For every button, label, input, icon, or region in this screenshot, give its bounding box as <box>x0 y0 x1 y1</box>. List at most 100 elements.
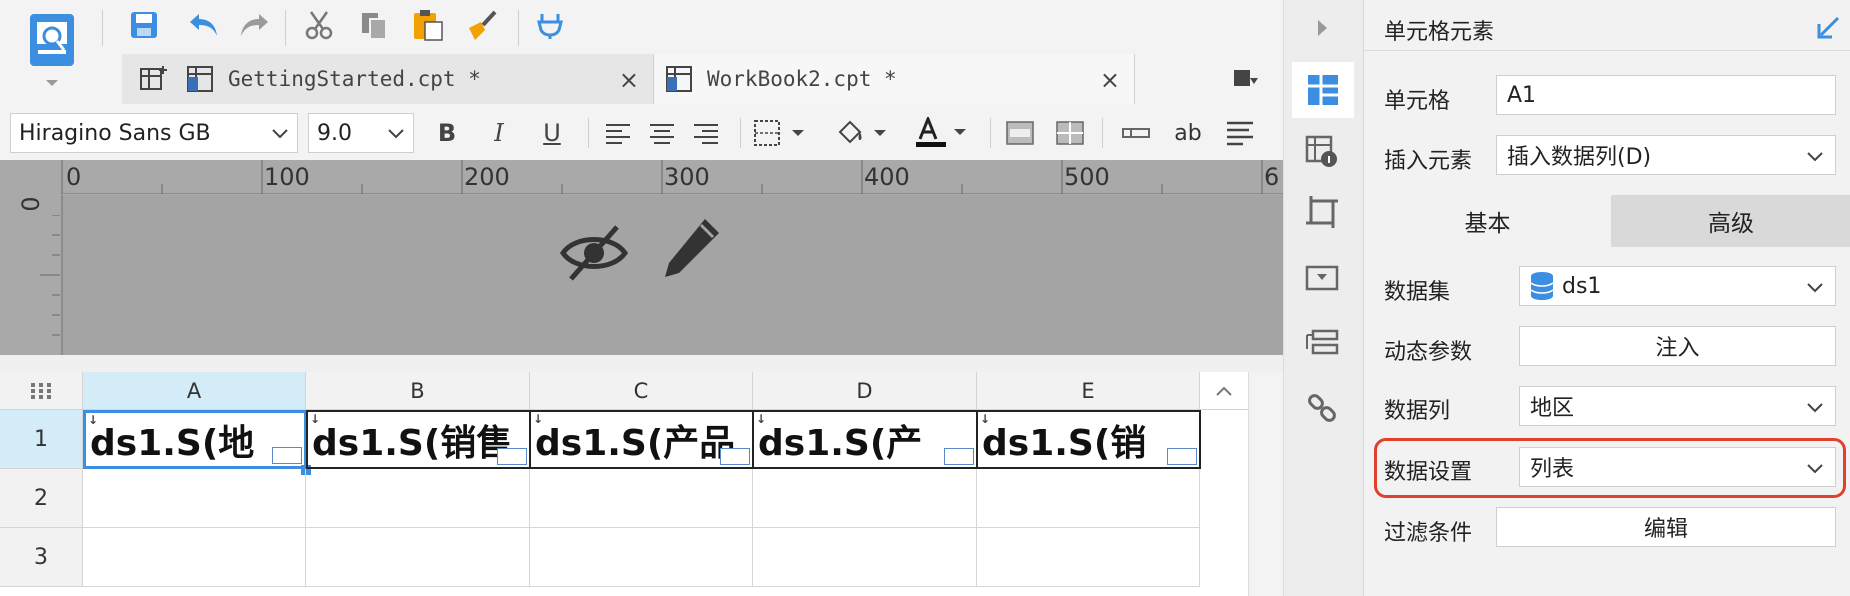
cell-d3[interactable] <box>753 528 977 587</box>
expand-arrow-icon: ↓ <box>310 412 321 426</box>
cell-text: ds1.S(产 <box>758 422 923 464</box>
cell-element-panel: 单元格元素 单元格 A1 插入元素 插入数据列(D) 基本 高级 数据集 ds1… <box>1363 0 1850 596</box>
collapse-panel-icon[interactable] <box>1816 14 1842 40</box>
cell-e2[interactable] <box>977 469 1200 528</box>
crop-frame-icon[interactable] <box>1300 190 1344 234</box>
hyperlink-icon[interactable] <box>1300 386 1344 430</box>
cell-a2[interactable] <box>83 469 306 528</box>
text-direction-button[interactable]: ab <box>1168 113 1208 153</box>
cell-d2[interactable] <box>753 469 977 528</box>
row-header-3[interactable]: 3 <box>0 528 83 587</box>
cut-icon[interactable] <box>299 5 339 45</box>
cell-text: ds1.S(地 <box>90 422 255 464</box>
cell-e1[interactable]: ↓ ds1.S(销 <box>976 410 1201 469</box>
pencil-icon[interactable] <box>661 215 725 285</box>
spreadsheet-grid: A B C D E 1 2 3 ↓ ds1.S(地 ↓ ds1.S(销售 ↓ d… <box>0 372 1248 596</box>
vertical-scrollbar[interactable] <box>1248 372 1283 596</box>
expand-arrow-icon: ↓ <box>88 413 99 427</box>
cell-c1[interactable]: ↓ ds1.S(产品 <box>529 410 754 469</box>
insert-element-select[interactable]: 插入数据列(D) <box>1496 135 1836 175</box>
collapse-arrow-icon[interactable] <box>1300 6 1344 50</box>
condition-attribute-icon[interactable] <box>1300 322 1344 366</box>
fill-color-dropdown[interactable] <box>830 113 894 153</box>
font-size-value: 9.0 <box>317 120 352 146</box>
eye-hidden-icon[interactable] <box>559 221 629 285</box>
report-header-area: 0 0 100 200 300 400 500 6 <box>0 160 1283 355</box>
row-header-2[interactable]: 2 <box>0 469 83 528</box>
widget-icon[interactable] <box>1300 256 1344 300</box>
cell-a3[interactable] <box>83 528 306 587</box>
column-header-c[interactable]: C <box>530 372 753 410</box>
bold-button[interactable]: B <box>427 113 467 153</box>
cell-d1[interactable]: ↓ ds1.S(产 <box>752 410 978 469</box>
italic-button[interactable]: I <box>479 113 519 153</box>
tab-workbook2[interactable]: WorkBook2.cpt * × <box>655 54 1135 104</box>
cell-address-field[interactable]: A1 <box>1496 75 1836 115</box>
side-icon-strip <box>1283 0 1363 596</box>
panel-title: 单元格元素 <box>1384 20 1495 45</box>
cell-b1[interactable]: ↓ ds1.S(销售 <box>306 410 531 469</box>
cell-element-icon[interactable] <box>1292 62 1354 118</box>
cell-c3[interactable] <box>530 528 753 587</box>
select-all-corner[interactable] <box>0 372 83 410</box>
font-color-dropdown[interactable] <box>910 113 974 153</box>
insert-row-icon[interactable] <box>1116 113 1156 153</box>
row-header-1[interactable]: 1 <box>0 410 83 469</box>
dataset-select[interactable]: ds1 <box>1519 266 1836 306</box>
cell-data-marker <box>1167 448 1197 465</box>
underline-button[interactable]: U <box>532 113 572 153</box>
dataset-label: 数据集 <box>1384 280 1451 305</box>
new-template-icon[interactable] <box>22 10 82 94</box>
data-setting-label: 数据设置 <box>1384 460 1473 485</box>
cell-e3[interactable] <box>977 528 1200 587</box>
database-icon <box>1530 272 1554 300</box>
toolbar-separator <box>588 118 589 148</box>
tab-list-icon[interactable] <box>1226 58 1266 98</box>
tab-advanced[interactable]: 高级 <box>1611 195 1850 247</box>
column-header-d[interactable]: D <box>753 372 977 410</box>
expand-arrow-icon: ↓ <box>756 412 767 426</box>
vertical-ruler-tick: 0 <box>15 196 44 212</box>
plug-icon[interactable] <box>530 5 570 45</box>
more-format-icon[interactable] <box>1220 113 1260 153</box>
toolbar-area: GettingStarted.cpt * × WorkBook2.cpt * ×… <box>0 0 1283 160</box>
copy-icon[interactable] <box>354 5 394 45</box>
edit-filter-button[interactable]: 编辑 <box>1496 507 1836 547</box>
cell-attribute-icon[interactable] <box>1300 130 1344 174</box>
cell-text: ds1.S(产品 <box>535 422 736 464</box>
data-column-value: 地区 <box>1530 396 1575 421</box>
font-family-select[interactable]: Hiragino Sans GB <box>10 113 298 153</box>
workbook-icon <box>187 66 213 92</box>
chevron-down-icon <box>1807 283 1823 293</box>
tab-getting-started[interactable]: GettingStarted.cpt * × <box>176 54 654 104</box>
tab-basic[interactable]: 基本 <box>1364 195 1611 247</box>
merge-cells-icon[interactable] <box>1000 113 1040 153</box>
vertical-ruler: 0 <box>0 160 62 355</box>
align-center-icon[interactable] <box>642 113 682 153</box>
cell-b3[interactable] <box>306 528 530 587</box>
scroll-up-button[interactable] <box>1200 372 1248 410</box>
cell-b2[interactable] <box>306 469 530 528</box>
filter-label: 过滤条件 <box>1384 521 1473 546</box>
align-right-icon[interactable] <box>686 113 726 153</box>
undo-icon[interactable] <box>184 5 224 45</box>
align-left-icon[interactable] <box>598 113 638 153</box>
split-cells-icon[interactable] <box>1050 113 1090 153</box>
border-dropdown[interactable] <box>748 113 812 153</box>
column-header-e[interactable]: E <box>977 372 1200 410</box>
paste-icon[interactable] <box>408 5 448 45</box>
data-column-select[interactable]: 地区 <box>1519 386 1836 426</box>
close-icon[interactable]: × <box>619 66 639 94</box>
column-header-b[interactable]: B <box>306 372 530 410</box>
font-size-select[interactable]: 9.0 <box>308 113 414 153</box>
cell-c2[interactable] <box>530 469 753 528</box>
inject-button[interactable]: 注入 <box>1519 326 1836 366</box>
column-header-a[interactable]: A <box>83 372 306 410</box>
close-icon[interactable]: × <box>1100 66 1120 94</box>
cell-a1[interactable]: ↓ ds1.S(地 <box>83 410 307 469</box>
redo-icon[interactable] <box>234 5 274 45</box>
split-bar[interactable] <box>0 355 1283 372</box>
data-setting-select[interactable]: 列表 <box>1519 447 1836 487</box>
save-icon[interactable] <box>124 5 164 45</box>
format-painter-icon[interactable] <box>462 5 502 45</box>
